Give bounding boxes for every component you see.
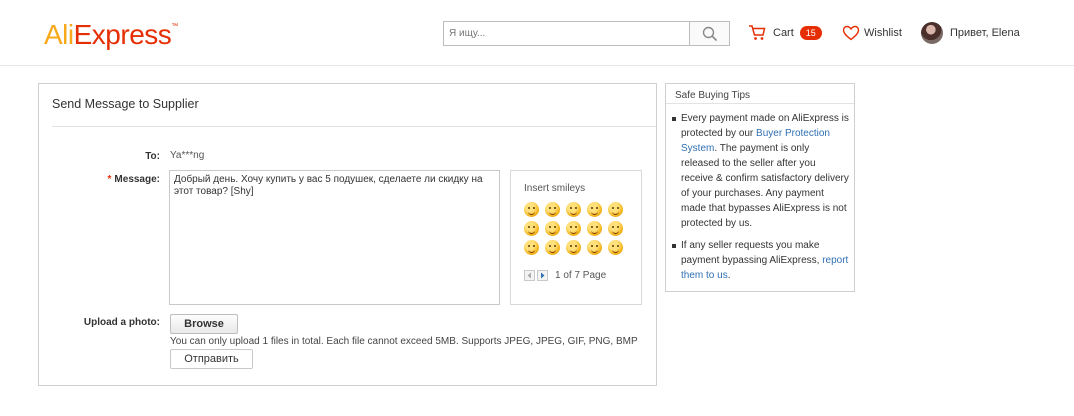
divider	[666, 103, 854, 104]
search-icon	[702, 26, 717, 41]
smiley-icon[interactable]	[566, 202, 581, 217]
next-page-button[interactable]	[537, 270, 548, 281]
tips-title: Safe Buying Tips	[675, 90, 751, 101]
message-label: * Message:	[107, 174, 160, 185]
smiley-icon[interactable]	[608, 240, 623, 255]
safe-buying-tips: Safe Buying Tips Every payment made on A…	[665, 83, 855, 292]
smiley-icon[interactable]	[524, 240, 539, 255]
smileys-title: Insert smileys	[524, 183, 586, 194]
cart-link[interactable]: Cart 15	[748, 24, 822, 41]
send-message-panel: Send Message to Supplier To: Ya***ng * Me…	[38, 83, 657, 386]
site-header: AliExpress™ Cart 15 Wishlist Привет, Ele…	[0, 0, 1074, 66]
page-indicator: 1 of 7 Page	[555, 270, 607, 281]
wishlist-label: Wishlist	[864, 27, 902, 39]
user-greeting: Привет, Elena	[950, 27, 1020, 39]
list-item: Every payment made on AliExpress is prot…	[670, 111, 850, 231]
smiley-icon[interactable]	[524, 202, 539, 217]
list-item: If any seller requests you make payment …	[670, 238, 850, 283]
heart-icon	[842, 25, 860, 41]
aliexpress-logo[interactable]: AliExpress™	[44, 19, 178, 51]
smiley-icon[interactable]	[587, 202, 602, 217]
smiley-icon[interactable]	[524, 221, 539, 236]
required-marker: *	[107, 174, 112, 185]
send-button[interactable]: Отправить	[170, 349, 253, 369]
page-title: Send Message to Supplier	[52, 97, 199, 111]
smiley-icon[interactable]	[587, 221, 602, 236]
user-menu[interactable]: Привет, Elena	[921, 22, 1020, 44]
smiley-icon[interactable]	[545, 202, 560, 217]
smiley-icon[interactable]	[566, 240, 581, 255]
search-bar	[443, 21, 730, 46]
upload-hint: You can only upload 1 files in total. Ea…	[170, 336, 638, 347]
smiley-grid	[524, 202, 628, 255]
smiley-icon[interactable]	[566, 221, 581, 236]
search-button[interactable]	[689, 22, 729, 45]
tips-list: Every payment made on AliExpress is prot…	[670, 111, 850, 290]
prev-page-button[interactable]	[524, 270, 535, 281]
smiley-icon[interactable]	[608, 202, 623, 217]
browse-button[interactable]: Browse	[170, 314, 238, 334]
to-label: To:	[145, 151, 160, 162]
avatar	[921, 22, 943, 44]
divider	[52, 126, 656, 127]
wishlist-link[interactable]: Wishlist	[842, 25, 902, 41]
chevron-left-icon	[527, 272, 531, 279]
message-textarea[interactable]: Добрый день. Хочу купить у вас 5 подушек…	[169, 170, 500, 305]
cart-label: Cart	[773, 26, 794, 39]
chevron-right-icon	[541, 272, 545, 279]
recipient-name: Ya***ng	[170, 150, 205, 161]
smiley-icon[interactable]	[608, 221, 623, 236]
smiley-icon[interactable]	[545, 240, 560, 255]
cart-icon	[749, 25, 766, 40]
smiley-picker: Insert smileys 1 of 7 Page	[510, 170, 642, 305]
smiley-pager: 1 of 7 Page	[524, 270, 606, 281]
smiley-icon[interactable]	[545, 221, 560, 236]
upload-label: Upload a photo:	[83, 317, 160, 328]
cart-count-badge: 15	[799, 25, 822, 40]
smiley-icon[interactable]	[587, 240, 602, 255]
search-input[interactable]	[444, 22, 689, 45]
